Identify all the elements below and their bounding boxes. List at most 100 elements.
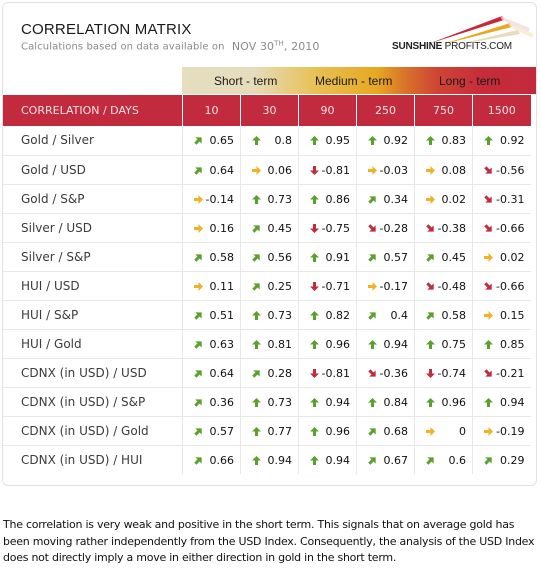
arrow-down-right-icon	[484, 223, 492, 232]
arrow-up-icon	[426, 397, 435, 407]
arrow-up-icon	[484, 136, 493, 145]
correlation-value: 0.77	[267, 424, 293, 438]
arrow-up-icon	[252, 339, 261, 349]
correlation-value: 0.58	[209, 250, 235, 264]
correlation-value: 0.82	[325, 308, 351, 322]
arrow-up-icon	[310, 252, 319, 262]
correlation-cell: -0.21	[472, 358, 531, 388]
arrow-down-right-icon	[426, 281, 434, 290]
correlation-value: 0.6	[448, 453, 467, 467]
correlation-cell: 0.58	[414, 300, 473, 330]
correlation-cell: -0.03	[356, 155, 415, 185]
correlation-value: -0.66	[496, 279, 525, 293]
correlation-value: 0.02	[441, 192, 467, 206]
correlation-value: 0.94	[383, 337, 409, 351]
arrow-up-icon	[252, 397, 261, 407]
arrow-down-right-icon	[426, 223, 434, 232]
correlation-cell: 0.94	[298, 387, 357, 417]
table-row: CDNX (in USD) / S&P 0.36 0.73 0.94 0.84 0.96 0…	[3, 387, 531, 417]
correlation-cell: 0.92	[472, 126, 531, 156]
correlation-value: 0.94	[500, 395, 525, 409]
correlation-value: 0.8	[274, 134, 293, 147]
correlation-value: 0.29	[500, 453, 525, 467]
correlation-value: -0.75	[321, 221, 350, 235]
logo-text[interactable]: SUNSHINE PROFITS.COM	[392, 41, 512, 52]
arrow-up-right-icon	[194, 311, 202, 320]
arrow-up-right-icon	[252, 253, 260, 262]
row-label: HUI / Gold	[3, 329, 183, 359]
correlation-cell: 0.28	[240, 358, 299, 388]
correlation-value: 0.68	[383, 424, 409, 438]
arrow-up-right-icon	[194, 369, 202, 378]
correlation-cell: 0.8	[240, 126, 299, 156]
row-label: CDNX (in USD) / USD	[3, 358, 183, 388]
subtitle-text: Calculations based on data available on	[21, 41, 225, 53]
arrow-down-icon	[310, 368, 319, 378]
correlation-cell: 0.91	[298, 242, 357, 272]
correlation-value: -0.19	[496, 424, 525, 438]
page-title: CORRELATION MATRIX	[21, 21, 192, 38]
arrow-up-right-icon	[368, 427, 376, 436]
correlation-cell: -0.17	[356, 271, 415, 301]
correlation-cell: 0.92	[356, 126, 415, 156]
arrow-up-icon	[310, 310, 319, 320]
correlation-value: 0.02	[500, 250, 525, 264]
arrow-right-icon	[426, 165, 435, 175]
arrow-right-icon	[426, 194, 435, 204]
arrow-up-icon	[252, 136, 261, 145]
term-band: Short - term Medium - term Long - term	[182, 67, 536, 94]
correlation-cell: 0.75	[414, 329, 473, 359]
term-long-label: Long - term	[439, 74, 501, 88]
correlation-cell: 0.64	[182, 155, 241, 185]
table-row: Silver / S&P 0.58 0.56 0.91 0.57 0.45 0.02	[3, 242, 531, 272]
correlation-cell: 0.85	[472, 329, 531, 359]
table-row: CDNX (in USD) / Gold 0.57 0.77 0.96 0.68 0 -0.…	[3, 416, 531, 446]
arrow-up-right-icon	[194, 398, 202, 407]
correlation-cell: 0.64	[182, 358, 241, 388]
arrow-down-right-icon	[484, 368, 492, 377]
arrow-up-right-icon	[194, 427, 202, 436]
correlation-cell: 0.73	[240, 387, 299, 417]
arrow-down-right-icon	[368, 368, 376, 377]
correlation-value: 0.96	[325, 337, 351, 351]
column-header: 10	[182, 95, 241, 126]
correlation-value: 0.81	[267, 337, 293, 351]
correlation-cell: 0	[414, 416, 473, 446]
row-label: CDNX (in USD) / Gold	[3, 416, 183, 446]
table-row: HUI / S&P 0.51 0.73 0.82 0.4 0.58 0.15	[3, 300, 531, 330]
correlation-value: 0	[459, 424, 466, 438]
correlation-cell: -0.48	[414, 271, 473, 301]
correlation-value: -0.36	[379, 366, 408, 380]
correlation-cell: 0.94	[356, 329, 415, 359]
arrow-up-icon	[310, 339, 319, 349]
correlation-cell: 0.63	[182, 329, 241, 359]
arrow-up-right-icon	[252, 282, 260, 291]
correlation-cell: 0.36	[182, 387, 241, 417]
arrow-up-icon	[368, 397, 377, 407]
correlation-value: 0.83	[441, 134, 467, 147]
arrow-up-right-icon	[368, 195, 376, 204]
correlation-value: 0.65	[209, 134, 235, 147]
table-row: Silver / USD 0.16 0.45 -0.75 -0.28 -0.38 -0.66	[3, 213, 531, 243]
correlation-value: 0.28	[267, 366, 293, 380]
correlation-value: 0.4	[390, 308, 409, 322]
column-header: 750	[414, 95, 473, 126]
correlation-value: 0.34	[383, 192, 409, 206]
arrow-down-icon	[310, 281, 319, 291]
correlation-value: -0.81	[321, 366, 350, 380]
arrow-down-right-icon	[368, 223, 376, 232]
correlation-cell: 0.84	[356, 387, 415, 417]
row-label: Gold / USD	[3, 155, 183, 185]
correlation-cell: -0.81	[298, 358, 357, 388]
date-day: NOV 30	[231, 39, 275, 53]
correlation-cell: -0.36	[356, 358, 415, 388]
correlation-cell: -0.56	[472, 155, 531, 185]
table-row: HUI / USD 0.11 0.25 -0.71 -0.17 -0.48 -0.66	[3, 271, 531, 301]
data-date: NOV 30TH, 2010	[231, 39, 320, 53]
correlation-cell: 0.34	[356, 184, 415, 214]
correlation-cell: 0.06	[240, 155, 299, 185]
arrow-up-icon	[310, 397, 319, 407]
correlation-value: -0.48	[437, 279, 466, 293]
correlation-cell: 0.45	[414, 242, 473, 272]
arrow-down-icon	[310, 223, 319, 233]
